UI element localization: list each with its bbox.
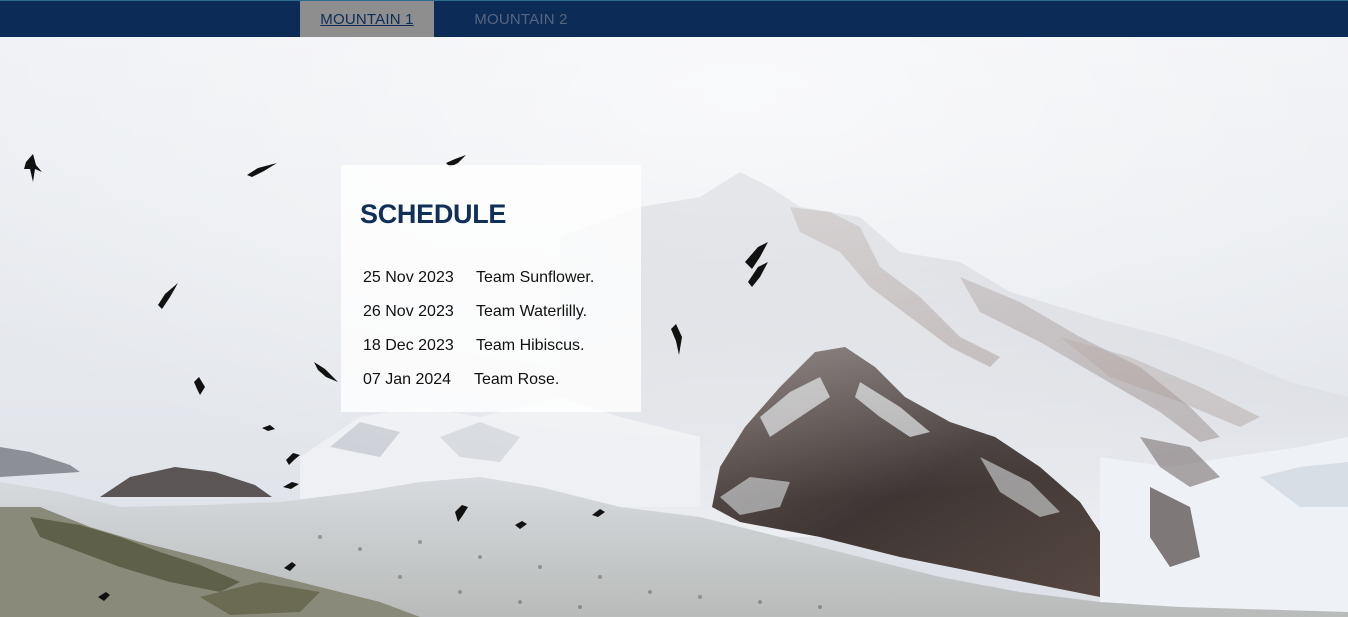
schedule-team: Team Sunflower. [476, 269, 595, 286]
schedule-row: 26 Nov 2023 Team Waterlilly. [363, 303, 633, 337]
schedule-team: Team Waterlilly. [476, 303, 588, 320]
schedule-date: 07 Jan 2024 [363, 371, 452, 388]
schedule-row: 25 Nov 2023 Team Sunflower. [363, 269, 633, 303]
schedule-row: 18 Dec 2023 Team Hibiscus. [363, 337, 633, 371]
schedule-date: 26 Nov 2023 [363, 303, 454, 320]
tab-mountain-2[interactable]: MOUNTAIN 2 [448, 1, 594, 37]
schedule-title: SCHEDULE [360, 199, 507, 229]
schedule-date: 18 Dec 2023 [363, 337, 454, 354]
top-nav-bar: MOUNTAIN 1 MOUNTAIN 2 [0, 0, 1348, 37]
schedule-team: Team Hibiscus. [476, 337, 585, 354]
schedule-row: 07 Jan 2024 Team Rose. [363, 371, 633, 405]
schedule-date: 25 Nov 2023 [363, 269, 454, 286]
schedule-team: Team Rose. [474, 371, 560, 388]
mountain-background-image [0, 37, 1348, 617]
tab-mountain-1[interactable]: MOUNTAIN 1 [300, 1, 434, 37]
page: MOUNTAIN 1 MOUNTAIN 2 SCHEDULE 25 Nov 20… [0, 0, 1348, 617]
schedule-card: SCHEDULE 25 Nov 2023 Team Sunflower. 26 … [341, 165, 641, 412]
schedule-list: 25 Nov 2023 Team Sunflower. 26 Nov 2023 … [363, 269, 633, 405]
